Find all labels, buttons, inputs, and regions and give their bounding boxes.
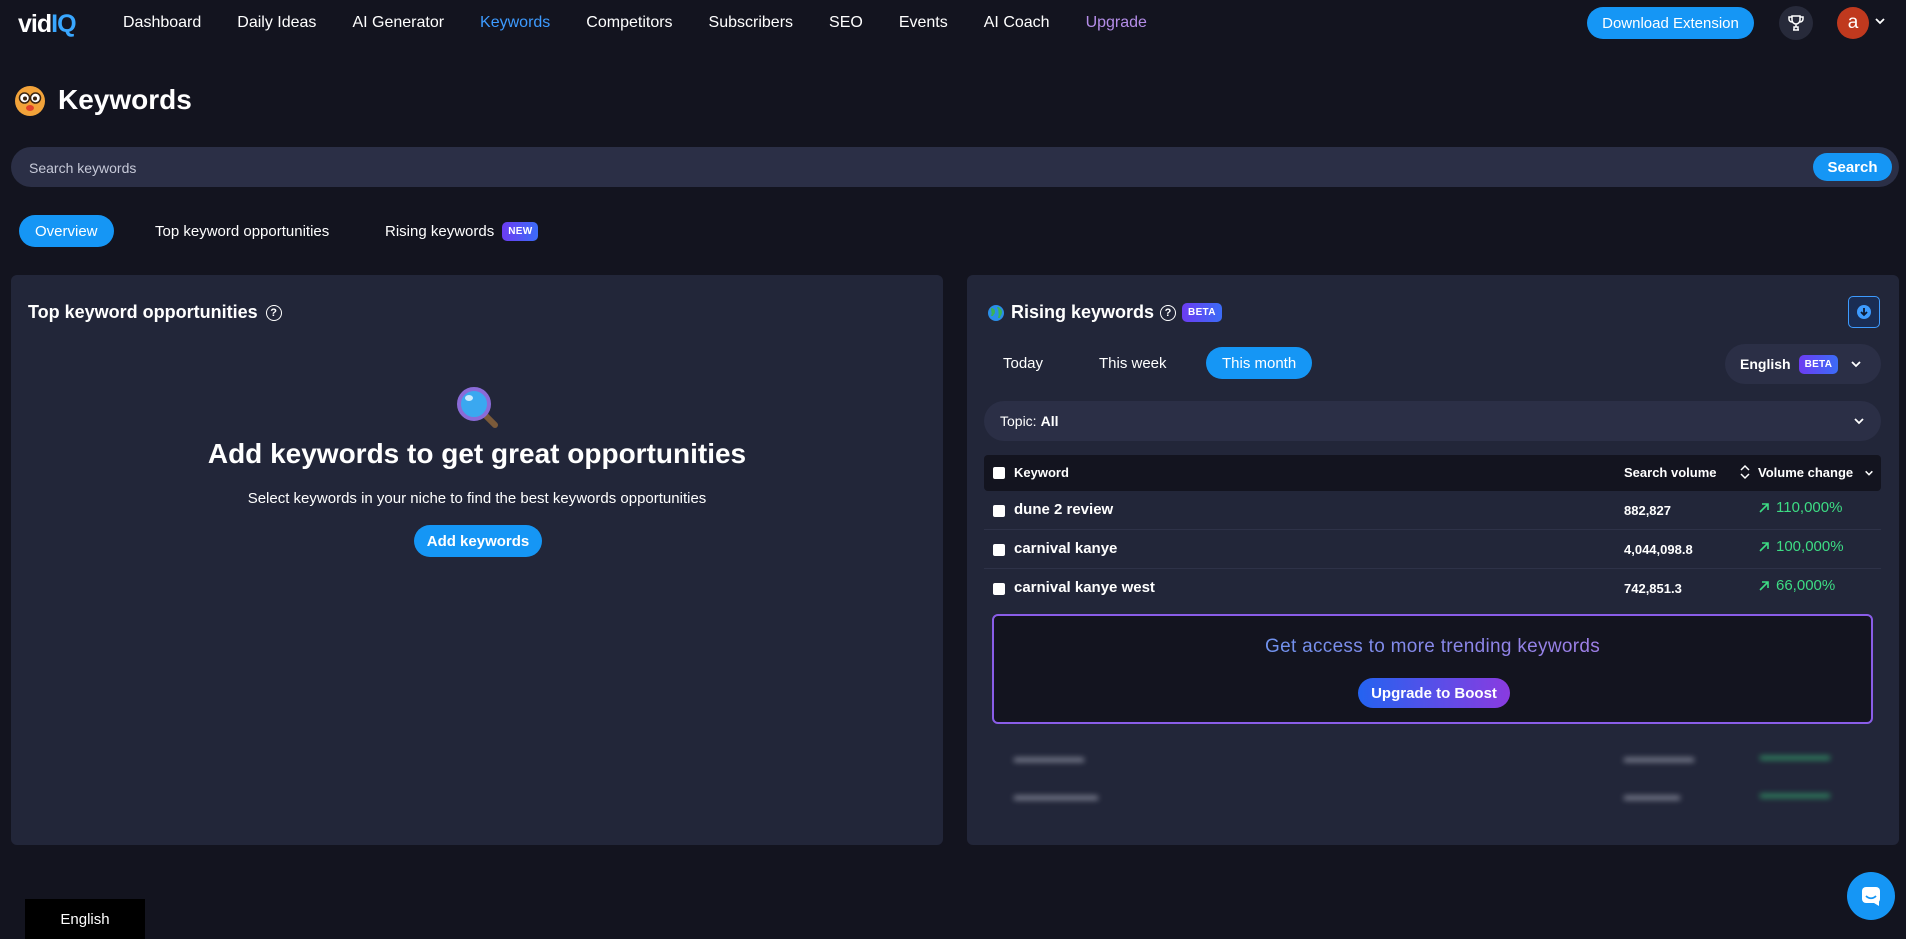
period-today[interactable]: Today <box>1003 347 1043 379</box>
top-nav: vidIQ Dashboard Daily Ideas AI Generator… <box>0 0 1906 46</box>
nav-dashboard[interactable]: Dashboard <box>123 14 201 32</box>
blurred-change: ▬▬▬▬▬ <box>1760 747 1830 763</box>
magnifier-icon <box>457 387 498 428</box>
vidiq-logo[interactable]: vidIQ <box>18 10 77 39</box>
row-checkbox[interactable] <box>993 544 1005 556</box>
logo-main: vid <box>18 10 52 38</box>
nav-links: Dashboard Daily Ideas AI Generator Keywo… <box>123 14 1183 32</box>
change-cell: 110,000% <box>1758 499 1842 516</box>
upgrade-to-boost-button[interactable]: Upgrade to Boost <box>1358 678 1510 708</box>
select-all-checkbox[interactable] <box>993 467 1005 479</box>
help-icon[interactable]: ? <box>1160 304 1177 321</box>
nav-ai-coach[interactable]: AI Coach <box>984 14 1050 32</box>
nav-competitors[interactable]: Competitors <box>586 14 672 32</box>
panel-title-top-opportunities: Top keyword opportunities ? <box>28 302 282 323</box>
tab-rising-keywords[interactable]: Rising keywords NEW <box>385 215 539 247</box>
upgrade-cta-box: Get access to more trending keywords Upg… <box>992 614 1873 724</box>
language-label: English <box>1740 356 1791 372</box>
volume-cell: 882,827 <box>1624 503 1671 518</box>
globe-icon <box>988 304 1004 321</box>
keyword-cell: dune 2 review <box>1014 501 1114 518</box>
download-extension-button[interactable]: Download Extension <box>1587 7 1754 39</box>
table-header: Keyword Search volume Volume change <box>984 455 1881 491</box>
chevron-down-icon <box>1851 361 1861 368</box>
nav-upgrade[interactable]: Upgrade <box>1086 14 1147 32</box>
language-toggle[interactable]: English <box>25 899 145 939</box>
trend-up-icon <box>1759 580 1769 591</box>
chat-icon[interactable] <box>1847 872 1895 920</box>
header-search-volume[interactable]: Search volume <box>1624 465 1717 480</box>
keywords-mascot-icon <box>15 86 45 116</box>
change-value: 66,000% <box>1776 577 1836 594</box>
nav-events[interactable]: Events <box>899 14 948 32</box>
add-keywords-button[interactable]: Add keywords <box>414 525 542 557</box>
tab-rising-label: Rising keywords <box>385 222 495 240</box>
blurred-row: ▬▬▬▬▬ ▬▬▬▬▬ ▬▬▬▬▬ <box>984 738 1881 776</box>
panel-title-rising: Rising keywords ? BETA <box>987 302 1222 323</box>
download-icon[interactable] <box>1848 296 1880 328</box>
nav-keywords[interactable]: Keywords <box>480 14 550 32</box>
language-select[interactable]: English BETA <box>1725 344 1881 384</box>
table-row[interactable]: carnival kanye west 742,851.3 66,000% <box>984 569 1881 607</box>
nav-seo[interactable]: SEO <box>829 14 863 32</box>
sort-icon[interactable] <box>1740 464 1750 480</box>
new-badge: NEW <box>502 221 539 241</box>
chevron-down-icon[interactable] <box>1864 468 1874 478</box>
panel-title-text: Rising keywords <box>1011 302 1155 322</box>
cta-text: Get access to more trending keywords <box>994 636 1871 658</box>
trend-up-icon <box>1759 541 1769 552</box>
change-value: 100,000% <box>1776 538 1844 555</box>
blurred-change: ▬▬▬▬▬ <box>1760 785 1830 801</box>
topic-label: Topic: <box>1000 413 1037 429</box>
empty-state-title: Add keywords to get great opportunities <box>207 438 747 469</box>
rising-keywords-panel: Rising keywords ? BETA Today This week T… <box>967 275 1899 845</box>
volume-cell: 4,044,098.8 <box>1624 542 1693 557</box>
row-checkbox[interactable] <box>993 583 1005 595</box>
nav-subscribers[interactable]: Subscribers <box>709 14 793 32</box>
header-volume-change[interactable]: Volume change <box>1758 465 1853 480</box>
tab-top-keyword-opportunities[interactable]: Top keyword opportunities <box>155 215 329 247</box>
blurred-volume: ▬▬▬▬▬ <box>1624 749 1694 765</box>
topic-select[interactable]: Topic: All <box>984 401 1881 441</box>
trend-up-icon <box>1759 502 1769 513</box>
change-cell: 66,000% <box>1758 577 1835 594</box>
row-checkbox[interactable] <box>993 505 1005 517</box>
beta-badge: BETA <box>1798 354 1839 374</box>
change-cell: 100,000% <box>1758 538 1844 555</box>
nav-daily-ideas[interactable]: Daily Ideas <box>237 14 316 32</box>
empty-state-subtitle: Select keywords in your niche to find th… <box>247 490 707 507</box>
keyword-cell: carnival kanye <box>1014 540 1118 557</box>
topic-value: All <box>1040 413 1059 429</box>
blurred-row: ▬▬▬▬▬▬ ▬▬▬▬ ▬▬▬▬▬ <box>984 776 1881 814</box>
rising-keywords-table: Keyword Search volume Volume change dune… <box>984 455 1881 607</box>
period-this-week[interactable]: This week <box>1099 347 1167 379</box>
search-bar: Search <box>11 147 1899 189</box>
blurred-keyword: ▬▬▬▬▬ <box>1014 749 1084 765</box>
header-keyword[interactable]: Keyword <box>1014 465 1069 480</box>
panel-title-text: Top keyword opportunities <box>28 302 258 322</box>
beta-badge: BETA <box>1182 303 1222 322</box>
nav-ai-generator[interactable]: AI Generator <box>352 14 444 32</box>
tab-overview[interactable]: Overview <box>19 215 114 247</box>
change-value: 110,000% <box>1776 499 1843 516</box>
blurred-volume: ▬▬▬▬ <box>1624 787 1680 803</box>
help-icon[interactable]: ? <box>265 304 282 321</box>
period-this-month[interactable]: This month <box>1206 347 1313 379</box>
search-input[interactable] <box>27 147 1811 189</box>
page-title: Keywords <box>58 84 192 115</box>
table-row[interactable]: dune 2 review 882,827 110,000% <box>984 491 1881 530</box>
chevron-down-icon[interactable] <box>1874 15 1886 27</box>
top-opportunities-panel: Top keyword opportunities ? Add keywords… <box>11 275 943 845</box>
table-row[interactable]: carnival kanye 4,044,098.8 100,000% <box>984 530 1881 569</box>
logo-accent: IQ <box>51 10 76 38</box>
chevron-down-icon <box>1854 418 1864 425</box>
volume-cell: 742,851.3 <box>1624 581 1682 596</box>
keyword-cell: carnival kanye west <box>1014 579 1155 596</box>
trophy-icon[interactable] <box>1779 6 1813 40</box>
search-button[interactable]: Search <box>1813 153 1892 181</box>
avatar[interactable]: a <box>1837 7 1869 39</box>
blurred-keyword: ▬▬▬▬▬▬ <box>1014 787 1098 803</box>
